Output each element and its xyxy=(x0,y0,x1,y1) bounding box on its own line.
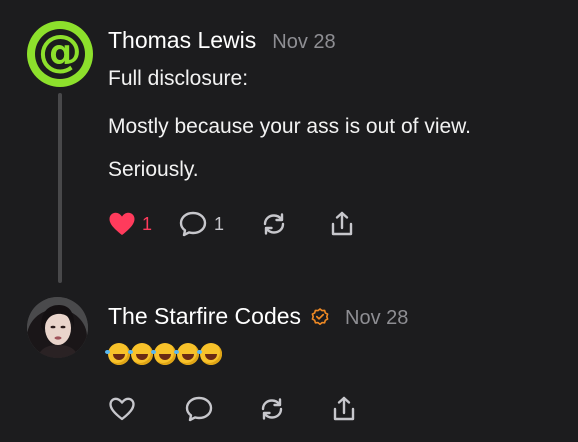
avatar[interactable] xyxy=(27,297,88,358)
like-button[interactable]: 1 xyxy=(108,208,152,240)
like-button[interactable] xyxy=(108,393,136,425)
reply-button[interactable] xyxy=(184,393,214,425)
post-text-line: Seriously. xyxy=(108,158,199,181)
repost-icon xyxy=(263,213,285,235)
author-name[interactable]: The Starfire Codes xyxy=(108,303,301,330)
heart-outline-icon xyxy=(109,397,135,421)
avatar[interactable]: @ xyxy=(27,21,93,87)
comment-icon xyxy=(185,396,213,422)
share-button[interactable] xyxy=(330,393,358,425)
post-date[interactable]: Nov 28 xyxy=(272,31,335,54)
post-date[interactable]: Nov 28 xyxy=(345,307,408,330)
repost-button[interactable] xyxy=(258,393,286,425)
share-icon xyxy=(331,211,353,236)
rofl-emoji-icon xyxy=(174,343,199,365)
heart-filled-icon xyxy=(109,212,135,235)
comment-icon xyxy=(179,211,207,237)
verified-badge-icon xyxy=(311,308,329,325)
post[interactable]: @ Thomas Lewis Nov 28 Full disclosure: M… xyxy=(0,0,578,290)
share-icon xyxy=(333,396,355,421)
rofl-emoji-icon xyxy=(128,343,153,365)
post[interactable]: The Starfire Codes Nov 28 xyxy=(0,290,578,442)
post-actions: 1 1 xyxy=(108,208,356,240)
post-actions xyxy=(108,393,358,425)
at-sign-icon: @ xyxy=(38,26,82,77)
post-header: The Starfire Codes Nov 28 xyxy=(108,303,408,330)
author-name[interactable]: Thomas Lewis xyxy=(108,27,256,54)
post-text-emoji xyxy=(105,343,223,365)
post-text-line: Full disclosure: xyxy=(108,67,249,90)
post-text-line: Mostly because your ass is out of view. xyxy=(108,115,471,138)
thread-connector-line xyxy=(58,93,62,283)
post-header: Thomas Lewis Nov 28 xyxy=(108,27,336,54)
share-button[interactable] xyxy=(328,208,356,240)
like-count: 1 xyxy=(142,213,153,234)
reply-count: 1 xyxy=(214,213,225,234)
profile-photo xyxy=(27,297,88,358)
rofl-emoji-icon xyxy=(105,343,130,365)
repost-icon xyxy=(261,398,283,420)
reply-button[interactable]: 1 xyxy=(178,208,224,240)
rofl-emoji-icon xyxy=(151,343,176,365)
repost-button[interactable] xyxy=(260,208,288,240)
rofl-emoji-icon xyxy=(197,343,222,365)
